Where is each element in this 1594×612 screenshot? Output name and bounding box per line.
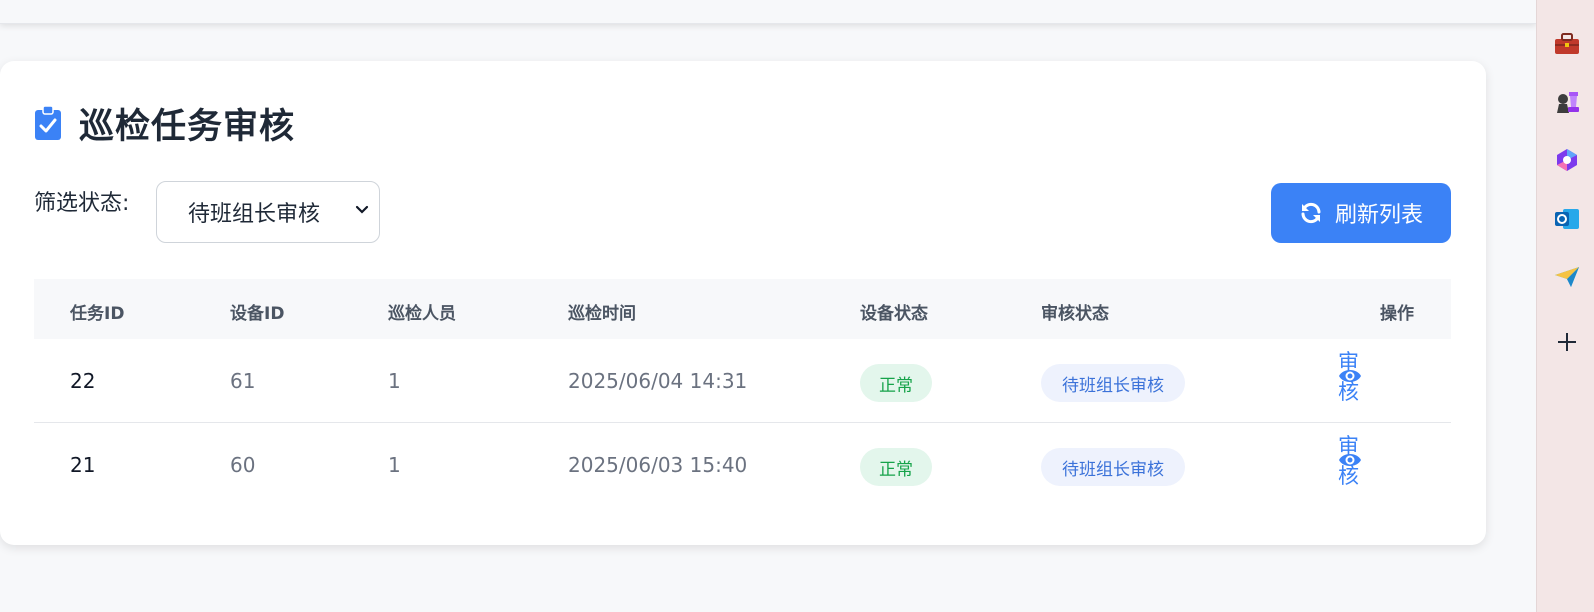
refresh-label: 刷新列表 (1334, 203, 1423, 228)
top-header (0, 0, 1536, 24)
header-device-id: 设备ID (230, 304, 285, 324)
header-action: 操作 (1380, 304, 1414, 324)
device-status-badge: 正常 (860, 364, 932, 402)
send-icon[interactable] (1554, 264, 1580, 290)
review-action-link[interactable]: 审核 (1338, 350, 1372, 404)
clipboard-check-icon (35, 105, 61, 140)
inspector-cell: 1 (388, 369, 401, 393)
copilot-icon[interactable] (1554, 147, 1580, 173)
status-filter-select[interactable]: 待班组长审核 (156, 181, 380, 243)
header-task-id: 任务ID (70, 304, 125, 324)
header-inspector: 巡检人员 (388, 304, 456, 324)
refresh-icon (1301, 202, 1321, 224)
review-status-badge: 待班组长审核 (1041, 448, 1185, 486)
header-review-status: 审核状态 (1041, 304, 1109, 324)
task-table: 任务ID 设备ID 巡检人员 巡检时间 设备状态 审核状态 操作 22 61 1… (34, 279, 1451, 507)
table-row: 22 61 1 2025/06/04 14:31 正常 待班组长审核 审核 (34, 339, 1451, 423)
refresh-list-button[interactable]: 刷新列表 (1271, 183, 1451, 243)
table-header: 任务ID 设备ID 巡检人员 巡检时间 设备状态 审核状态 操作 (34, 279, 1451, 339)
inspector-cell: 1 (388, 453, 401, 477)
review-action-label: 审核 (1338, 434, 1359, 488)
toolbox-icon[interactable] (1554, 31, 1580, 57)
chevron-down-icon (355, 205, 369, 214)
device-id-cell: 61 (230, 369, 256, 393)
header-device-status: 设备状态 (860, 304, 928, 324)
filter-selected-value: 待班组长审核 (188, 202, 321, 227)
time-cell: 2025/06/04 14:31 (568, 369, 748, 393)
header-time: 巡检时间 (568, 304, 636, 324)
review-status-badge: 待班组长审核 (1041, 364, 1185, 402)
review-card: 巡检任务审核 筛选状态: 待班组长审核 刷新列表 任务ID 设备ID 巡检人员 … (0, 61, 1486, 545)
review-action-link[interactable]: 审核 (1338, 434, 1372, 488)
task-id-cell: 21 (70, 453, 96, 477)
chess-icon[interactable] (1554, 89, 1580, 115)
page-title: 巡检任务审核 (79, 106, 296, 147)
table-row: 21 60 1 2025/06/03 15:40 正常 待班组长审核 审核 (34, 423, 1451, 507)
add-icon[interactable] (1554, 329, 1580, 355)
outlook-icon[interactable] (1554, 206, 1580, 232)
title-row: 巡检任务审核 (34, 101, 295, 147)
review-action-label: 审核 (1338, 350, 1359, 404)
task-id-cell: 22 (70, 369, 96, 393)
device-id-cell: 60 (230, 453, 256, 477)
device-status-badge: 正常 (860, 448, 932, 486)
browser-sidebar (1536, 0, 1594, 612)
filter-label: 筛选状态: (34, 191, 130, 216)
time-cell: 2025/06/03 15:40 (568, 453, 748, 477)
